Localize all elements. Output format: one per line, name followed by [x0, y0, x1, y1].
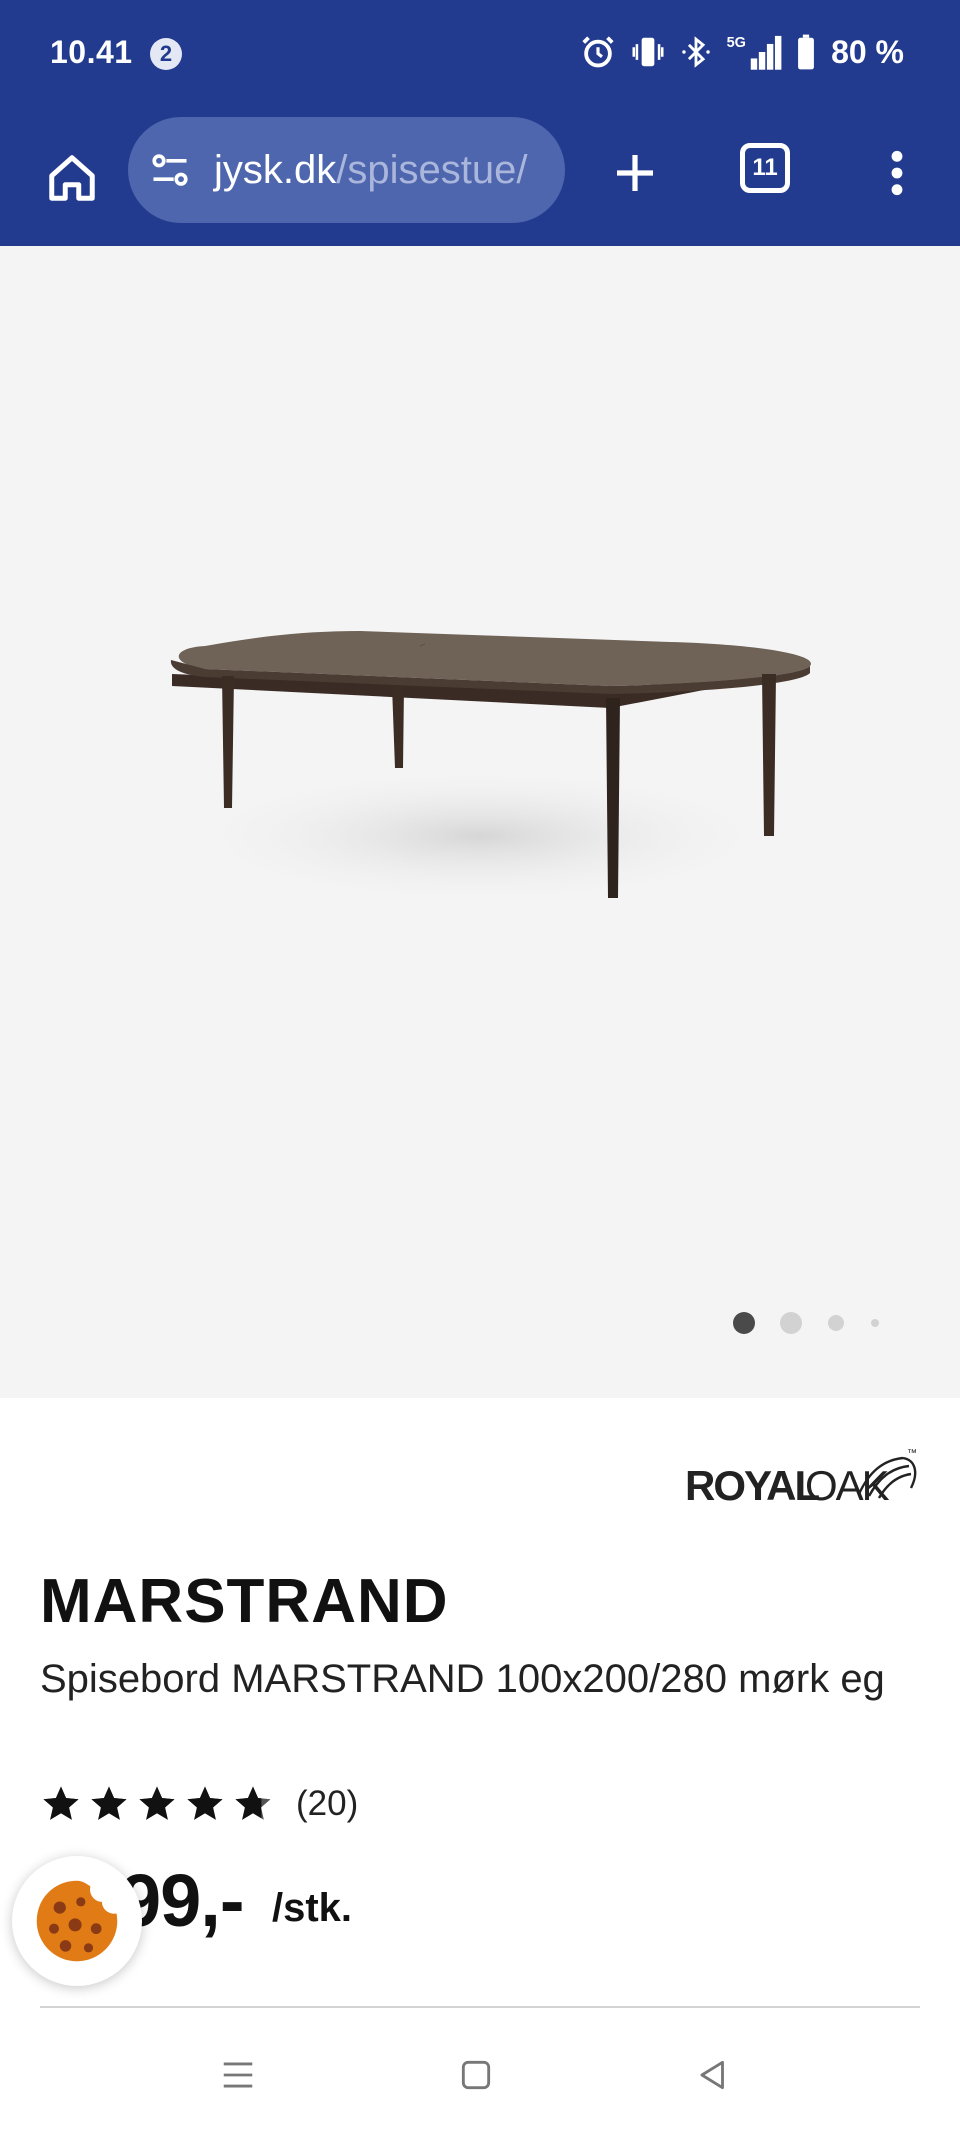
rating-count[interactable]: (20) [296, 1784, 358, 1824]
browser-toolbar: jysk.dk/spisestue/ 11 [0, 110, 960, 246]
more-vert-icon [891, 150, 903, 196]
url-bar[interactable]: jysk.dk/spisestue/ [128, 117, 565, 223]
star-icon [91, 1786, 127, 1820]
signal-5g-icon: 5G [727, 35, 782, 70]
gallery-dot-2[interactable] [780, 1312, 802, 1334]
system-navigation-bar [0, 2010, 960, 2133]
rating-stars [40, 1783, 274, 1825]
url-domain: jysk.dk [214, 147, 337, 192]
gallery-dot-3[interactable] [828, 1315, 844, 1331]
star-icon [187, 1786, 223, 1820]
plus-icon [617, 155, 653, 191]
product-image[interactable] [150, 536, 830, 1176]
trademark-symbol: ™ [907, 1448, 917, 1459]
gallery-pagination[interactable] [733, 1308, 913, 1338]
battery-icon [798, 34, 814, 70]
product-title: MARSTRAND [40, 1567, 449, 1636]
back-button[interactable] [683, 2050, 743, 2100]
network-label: 5G [727, 35, 746, 51]
alarm-icon [582, 36, 614, 68]
status-time: 10.41 [50, 34, 133, 70]
gallery-dot-4[interactable] [871, 1319, 879, 1327]
status-icons: 5G 80 % [579, 30, 904, 74]
battery-level: 80 % [831, 33, 904, 70]
notification-count-badge: 2 [150, 38, 182, 70]
status-bar: 10.41 2 5G 80 % [0, 0, 960, 110]
star-icon [235, 1786, 271, 1820]
star-icon [43, 1786, 79, 1820]
bluetooth-icon [682, 36, 710, 68]
price-unit: /stk. [272, 1886, 353, 1930]
nav-home-button[interactable] [446, 2050, 506, 2100]
recent-apps-button[interactable] [208, 2050, 268, 2100]
recent-apps-icon [223, 2062, 253, 2088]
brand-name-royal: ROYAL [685, 1462, 819, 1509]
home-button[interactable] [36, 142, 108, 214]
tab-switcher-button[interactable]: 11 [740, 143, 790, 193]
menu-button[interactable] [872, 136, 922, 210]
tune-icon[interactable] [148, 148, 192, 192]
home-icon [49, 155, 95, 201]
cookie-settings-button[interactable] [12, 1856, 142, 1986]
product-description: Spisebord MARSTRAND 100x200/280 mørk eg [40, 1657, 885, 1701]
star-icon [139, 1786, 175, 1820]
back-icon [700, 2060, 724, 2090]
product-rating[interactable]: (20) [40, 1780, 358, 1828]
new-tab-button[interactable] [598, 136, 672, 210]
url-text[interactable]: jysk.dk/spisestue/ [214, 148, 527, 193]
nav-home-icon [461, 2060, 491, 2090]
url-path: /spisestue/ [336, 147, 528, 192]
gallery-dot-1[interactable] [733, 1312, 755, 1334]
brand-logo[interactable]: ROYAL OAK ™ [683, 1442, 923, 1510]
divider [40, 2006, 920, 2008]
cookie-icon [36, 1880, 118, 1962]
vibrate-icon [632, 37, 664, 67]
product-gallery[interactable] [0, 246, 960, 1398]
